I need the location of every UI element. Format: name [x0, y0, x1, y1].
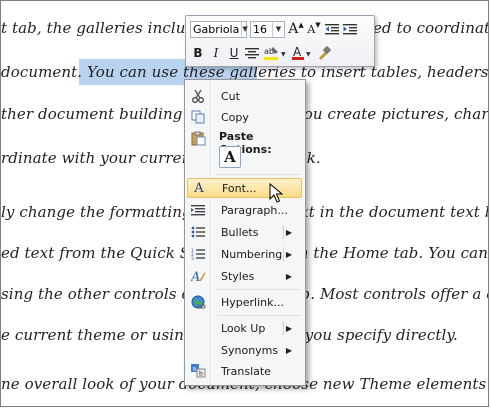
- shrink-font-icon: A: [307, 22, 316, 36]
- menu-item-label: Paragraph...: [221, 203, 288, 217]
- decrease-indent-icon: [325, 24, 339, 35]
- menu-item-label: Synonyms: [221, 343, 279, 357]
- menu-item-styles[interactable]: A Styles ▶: [187, 266, 302, 286]
- increase-indent-button[interactable]: [342, 20, 358, 38]
- submenu-divider: [283, 321, 284, 335]
- menu-separator: [217, 289, 301, 290]
- center-align-icon: [245, 48, 259, 59]
- shrink-font-button[interactable]: A ▼: [306, 20, 322, 38]
- translate-icon: a b: [187, 361, 209, 381]
- menu-item-label: Cut: [221, 89, 240, 103]
- menu-item-cut[interactable]: Cut: [187, 86, 302, 106]
- font-name-value: Gabriola: [193, 22, 240, 36]
- svg-text:A: A: [191, 270, 200, 283]
- submenu-arrow-icon[interactable]: ▶: [286, 272, 292, 281]
- increase-indent-icon: [343, 24, 357, 35]
- menu-item-synonyms[interactable]: Synonyms ▶: [187, 340, 302, 360]
- underline-button[interactable]: U: [226, 44, 242, 62]
- font-size-combo[interactable]: 16 ▼: [250, 20, 285, 38]
- menu-item-translate[interactable]: a b Translate: [187, 361, 302, 381]
- mini-toolbar-row-2: B I U ab ▼ A ▼: [190, 43, 334, 63]
- context-menu: Cut Copy Paste Options: A A Font... Para…: [184, 79, 306, 386]
- svg-text:3: 3: [191, 256, 194, 261]
- grow-font-icon: A: [288, 21, 299, 37]
- copy-icon: [187, 107, 209, 127]
- svg-text:a: a: [192, 366, 196, 373]
- bold-button[interactable]: B: [190, 44, 206, 62]
- numbering-icon: 1 2 3: [187, 244, 209, 264]
- submenu-arrow-icon[interactable]: ▶: [286, 228, 292, 237]
- scissors-icon: [187, 86, 209, 106]
- format-painter-button[interactable]: [316, 44, 332, 62]
- menu-separator: [217, 174, 301, 175]
- globe-link-icon: [187, 292, 209, 312]
- svg-text:A: A: [293, 45, 302, 59]
- submenu-arrow-icon[interactable]: ▶: [286, 250, 292, 259]
- menu-item-label: Look Up: [221, 321, 266, 335]
- menu-item-numbering[interactable]: 1 2 3 Numbering ▶: [187, 244, 302, 264]
- menu-item-label: Copy: [221, 110, 249, 124]
- submenu-divider: [283, 225, 284, 239]
- italic-button[interactable]: I: [208, 44, 224, 62]
- menu-item-label: Bullets: [221, 225, 259, 239]
- document-window: t tab, the galleries include items that …: [0, 0, 489, 407]
- svg-text:b: b: [199, 371, 203, 378]
- center-align-button[interactable]: [244, 44, 260, 62]
- menu-item-paragraph[interactable]: Paragraph...: [187, 200, 302, 220]
- menu-item-font[interactable]: A Font...: [187, 178, 302, 198]
- font-color-icon: A ▼: [292, 45, 311, 60]
- mouse-pointer-icon: [269, 183, 283, 203]
- menu-item-hyperlink[interactable]: Hyperlink...: [187, 292, 302, 312]
- menu-item-copy[interactable]: Copy: [187, 107, 302, 127]
- submenu-divider: [283, 247, 284, 261]
- styles-icon: A: [187, 266, 209, 286]
- menu-item-look-up[interactable]: Look Up ▶: [187, 318, 302, 338]
- font-name-combo[interactable]: Gabriola ▼: [190, 20, 248, 38]
- font-color-button[interactable]: A ▼: [290, 44, 314, 62]
- font-size-value: 16: [253, 22, 267, 36]
- menu-item-label: Translate: [221, 364, 271, 378]
- highlight-color-button[interactable]: ab ▼: [262, 44, 288, 62]
- menu-item-label: Styles: [221, 269, 255, 283]
- format-painter-icon: [319, 46, 331, 60]
- mini-toolbar-row-1: Gabriola ▼ 16 ▼ A ▲ A ▼: [190, 19, 360, 39]
- svg-text:▼: ▼: [281, 51, 286, 58]
- font-icon: A: [194, 180, 204, 196]
- chevron-down-icon[interactable]: ▼: [272, 21, 284, 37]
- menu-item-label: Numbering: [221, 247, 283, 261]
- menu-item-bullets[interactable]: Bullets ▶: [187, 222, 302, 242]
- chevron-down-icon[interactable]: ▼: [241, 21, 248, 37]
- submenu-arrow-icon[interactable]: ▶: [286, 346, 292, 355]
- bullets-icon: [187, 222, 209, 242]
- mini-toolbar: Gabriola ▼ 16 ▼ A ▲ A ▼ B I U ab ▼ A ▼: [185, 15, 375, 67]
- decrease-indent-button[interactable]: [324, 20, 340, 38]
- svg-text:▼: ▼: [306, 51, 311, 58]
- grow-font-button[interactable]: A ▲: [288, 20, 304, 38]
- highlighter-icon: ab ▼: [264, 47, 286, 60]
- menu-item-label: Font...: [222, 181, 257, 195]
- clipboard-icon: [187, 128, 209, 148]
- menu-separator: [217, 315, 301, 316]
- menu-item-label: Hyperlink...: [221, 295, 284, 309]
- paste-keep-text-only-button[interactable]: A: [219, 146, 241, 168]
- submenu-arrow-icon[interactable]: ▶: [286, 324, 292, 333]
- paragraph-icon: [187, 200, 209, 220]
